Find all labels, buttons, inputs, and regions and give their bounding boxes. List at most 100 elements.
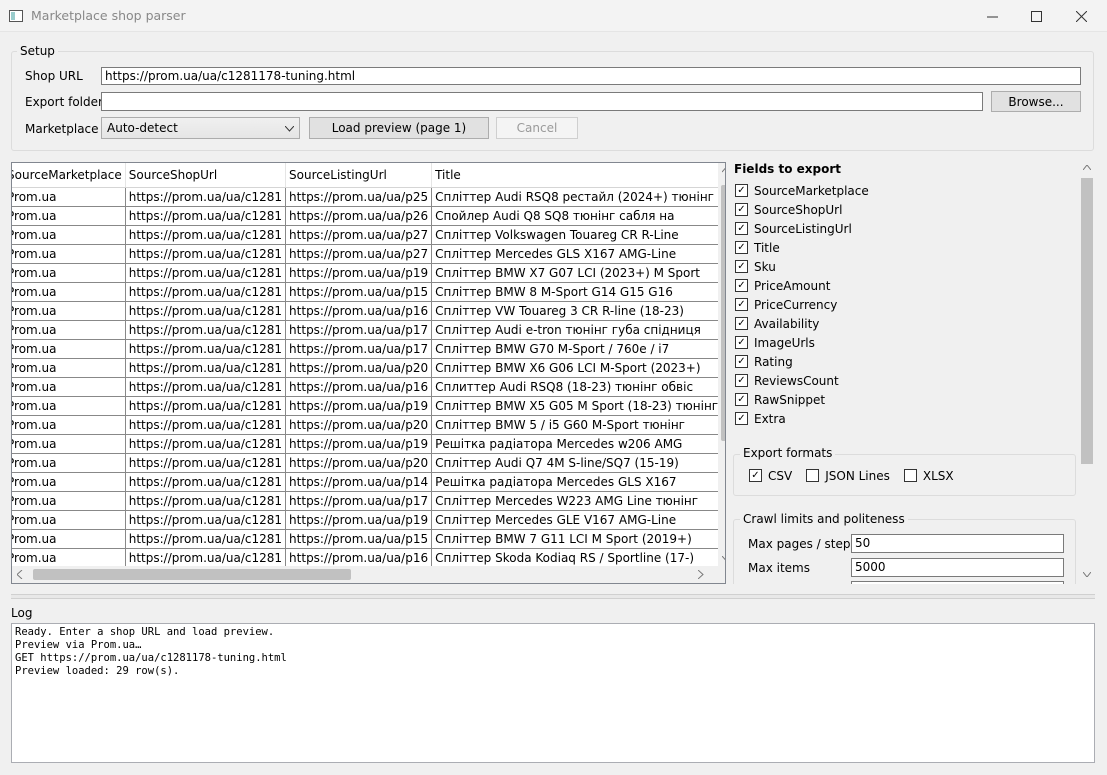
table-cell[interactable]: Спліттер BMW X5 G05 M Sport (18-23) тюні… (431, 396, 723, 416)
table-cell[interactable]: https://prom.ua/ua/p19 (285, 396, 433, 416)
checkbox-checked-icon[interactable]: ✓ (735, 222, 748, 235)
table-row[interactable]: Prom.ua https://prom.ua/ua/c1281 https://p… (12, 206, 725, 226)
next-limit-input[interactable] (851, 581, 1064, 584)
table-cell[interactable]: https://prom.ua/ua/p27 (285, 225, 433, 245)
table-cell[interactable]: https://prom.ua/ua/c1281 (125, 548, 287, 568)
table-row[interactable]: Prom.ua https://prom.ua/ua/c1281 https://p… (12, 396, 725, 416)
scroll-up-icon[interactable] (722, 167, 726, 173)
checkbox-unchecked-icon[interactable] (903, 469, 917, 482)
checkbox-checked-icon[interactable]: ✓ (735, 184, 748, 197)
load-preview-button[interactable]: Load preview (page 1) (309, 117, 489, 139)
checkbox-checked-icon[interactable]: ✓ (735, 336, 748, 349)
grid-horizontal-scrollbar[interactable] (12, 566, 718, 583)
table-cell[interactable]: Спліттер BMW X6 G06 LCI M-Sport (2023+) (431, 358, 723, 378)
field-checkbox-imageurls[interactable]: ✓ ImageUrls (735, 333, 869, 352)
table-cell[interactable]: Prom.ua (12, 548, 126, 568)
table-cell[interactable]: Prom.ua (12, 434, 126, 454)
table-cell[interactable]: Prom.ua (12, 263, 126, 283)
table-row[interactable]: Prom.ua https://prom.ua/ua/c1281 https://p… (12, 358, 725, 378)
grid-vertical-thumb[interactable] (721, 185, 725, 441)
format-checkbox-csv[interactable]: ✓ CSV (749, 466, 792, 485)
table-cell[interactable]: Prom.ua (12, 491, 126, 511)
table-cell[interactable]: Спліттер Mercedes W223 AMG Line тюнінг (431, 491, 723, 511)
table-cell[interactable]: https://prom.ua/ua/p17 (285, 339, 433, 359)
table-cell[interactable]: https://prom.ua/ua/c1281 (125, 187, 287, 207)
checkbox-checked-icon[interactable]: ✓ (735, 203, 748, 216)
table-cell[interactable]: https://prom.ua/ua/p17 (285, 320, 433, 340)
table-cell[interactable]: https://prom.ua/ua/p19 (285, 434, 433, 454)
checkbox-checked-icon[interactable]: ✓ (735, 374, 748, 387)
table-cell[interactable]: https://prom.ua/ua/c1281 (125, 396, 287, 416)
field-checkbox-rawsnippet[interactable]: ✓ RawSnippet (735, 390, 869, 409)
table-cell[interactable]: https://prom.ua/ua/p19 (285, 510, 433, 530)
table-cell[interactable]: https://prom.ua/ua/c1281 (125, 472, 287, 492)
table-cell[interactable]: Спліттер Volkswagen Touareg CR R-Line (431, 225, 723, 245)
table-cell[interactable]: Решітка радіатора Mercedes GLS X167 (431, 472, 723, 492)
table-row[interactable]: Prom.ua https://prom.ua/ua/c1281 https://p… (12, 244, 725, 264)
table-cell[interactable]: Спліттер Audi Q7 4M S-line/SQ7 (15-19) (431, 453, 723, 473)
marketplace-select[interactable]: Auto-detect (101, 117, 300, 139)
close-icon[interactable] (1058, 0, 1104, 32)
table-cell[interactable]: https://prom.ua/ua/c1281 (125, 358, 287, 378)
format-checkbox-xlsx[interactable]: XLSX (903, 466, 954, 485)
table-cell[interactable]: https://prom.ua/ua/c1281 (125, 206, 287, 226)
table-row[interactable]: Prom.ua https://prom.ua/ua/c1281 https://p… (12, 472, 725, 492)
table-cell[interactable]: Prom.ua (12, 187, 126, 207)
field-checkbox-title[interactable]: ✓ Title (735, 238, 869, 257)
table-cell[interactable]: Prom.ua (12, 206, 126, 226)
table-cell[interactable]: https://prom.ua/ua/p20 (285, 453, 433, 473)
field-checkbox-sku[interactable]: ✓ Sku (735, 257, 869, 276)
table-cell[interactable]: Prom.ua (12, 225, 126, 245)
checkbox-checked-icon[interactable]: ✓ (735, 298, 748, 311)
table-cell[interactable]: Спліттер BMW 8 M-Sport G14 G15 G16 (431, 282, 723, 302)
table-row[interactable]: Prom.ua https://prom.ua/ua/c1281 https://p… (12, 339, 725, 359)
table-cell[interactable]: https://prom.ua/ua/c1281 (125, 529, 287, 549)
checkbox-checked-icon[interactable]: ✓ (735, 279, 748, 292)
options-scrollbar[interactable] (1079, 160, 1095, 584)
checkbox-checked-icon[interactable]: ✓ (735, 241, 748, 254)
table-cell[interactable]: https://prom.ua/ua/p20 (285, 358, 433, 378)
grid-vertical-scrollbar[interactable] (718, 163, 726, 566)
checkbox-checked-icon[interactable]: ✓ (735, 317, 748, 330)
table-cell[interactable]: https://prom.ua/ua/p15 (285, 282, 433, 302)
field-checkbox-extra[interactable]: ✓ Extra (735, 409, 869, 428)
table-cell[interactable]: Спліттер BMW 5 / i5 G60 M-Sport тюнінг (431, 415, 723, 435)
table-cell[interactable]: Спліттер BMW 7 G11 LCI M Sport (2019+) (431, 529, 723, 549)
table-cell[interactable]: Prom.ua (12, 472, 126, 492)
options-scroll-thumb[interactable] (1081, 178, 1093, 464)
table-cell[interactable]: https://prom.ua/ua/c1281 (125, 453, 287, 473)
table-cell[interactable]: Спліттер Skoda Kodiaq RS / Sportline (17… (431, 548, 723, 568)
table-cell[interactable]: Prom.ua (12, 244, 126, 264)
field-checkbox-availability[interactable]: ✓ Availability (735, 314, 869, 333)
field-checkbox-reviewscount[interactable]: ✓ ReviewsCount (735, 371, 869, 390)
table-cell[interactable]: https://prom.ua/ua/p16 (285, 301, 433, 321)
grid-horizontal-thumb[interactable] (33, 569, 351, 580)
table-row[interactable]: Prom.ua https://prom.ua/ua/c1281 https://p… (12, 301, 725, 321)
table-row[interactable]: Prom.ua https://prom.ua/ua/c1281 https://p… (12, 225, 725, 245)
column-header[interactable]: SourceMarketplace (12, 163, 126, 188)
table-cell[interactable]: Prom.ua (12, 510, 126, 530)
checkbox-checked-icon[interactable]: ✓ (735, 412, 748, 425)
table-cell[interactable]: https://prom.ua/ua/c1281 (125, 415, 287, 435)
table-cell[interactable]: https://prom.ua/ua/c1281 (125, 339, 287, 359)
table-row[interactable]: Prom.ua https://prom.ua/ua/c1281 https://p… (12, 529, 725, 549)
preview-grid[interactable]: SourceMarketplace SourceShopUrl SourceList… (11, 162, 726, 584)
checkbox-checked-icon[interactable]: ✓ (735, 393, 748, 406)
table-row[interactable]: Prom.ua https://prom.ua/ua/c1281 https://p… (12, 282, 725, 302)
table-cell[interactable]: https://prom.ua/ua/p16 (285, 548, 433, 568)
table-cell[interactable]: Prom.ua (12, 301, 126, 321)
scroll-left-icon[interactable] (17, 570, 23, 579)
table-cell[interactable]: https://prom.ua/ua/c1281 (125, 244, 287, 264)
field-checkbox-pricecurrency[interactable]: ✓ PriceCurrency (735, 295, 869, 314)
field-checkbox-sourcelistingurl[interactable]: ✓ SourceListingUrl (735, 219, 869, 238)
table-cell[interactable]: https://prom.ua/ua/c1281 (125, 225, 287, 245)
max-items-input[interactable]: 5000 (851, 558, 1064, 577)
shop-url-input[interactable]: https://prom.ua/ua/c1281178-tuning.html (101, 67, 1081, 85)
checkbox-unchecked-icon[interactable] (806, 469, 820, 482)
cancel-button[interactable]: Cancel (496, 117, 578, 139)
field-checkbox-rating[interactable]: ✓ Rating (735, 352, 869, 371)
table-cell[interactable]: https://prom.ua/ua/c1281 (125, 301, 287, 321)
table-cell[interactable]: Prom.ua (12, 377, 126, 397)
table-cell[interactable]: Спліттер Mercedes GLE V167 AMG-Line (431, 510, 723, 530)
checkbox-checked-icon[interactable]: ✓ (735, 260, 748, 273)
